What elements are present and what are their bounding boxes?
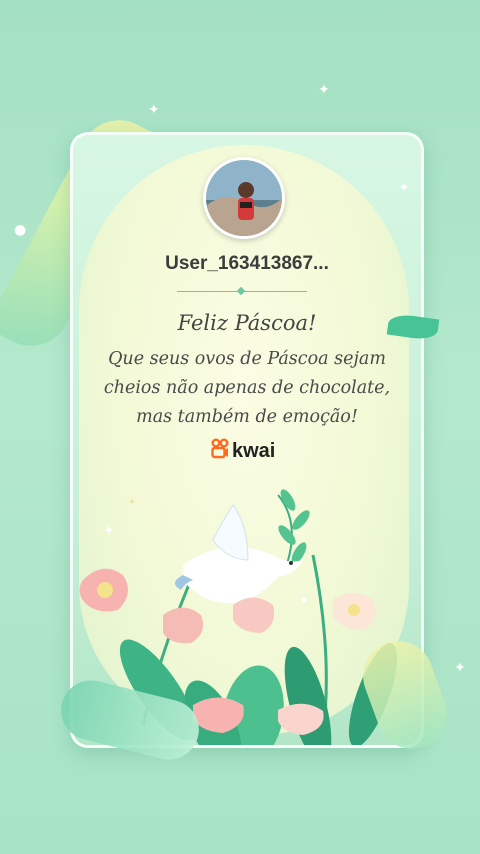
brand-label: kwai xyxy=(232,439,276,462)
sparkle-icon: ✦ xyxy=(454,660,466,676)
greeting-message: Que seus ovos de Páscoa sejam cheios não… xyxy=(93,345,401,432)
username: User_163413867... xyxy=(165,253,329,274)
kwai-logo-icon xyxy=(211,438,229,464)
greeting-line: Que seus ovos de Páscoa sejam xyxy=(108,349,386,369)
greeting-title: Feliz Páscoa! xyxy=(177,311,317,335)
brand: kwai xyxy=(211,437,275,465)
greeting-line: cheios não apenas de chocolate, xyxy=(103,378,391,398)
svg-text:✦: ✦ xyxy=(128,497,136,508)
dove-icon xyxy=(174,504,303,604)
sparkle-icon: ✦ xyxy=(398,180,410,196)
sparkle-icon: ✦ xyxy=(148,102,160,118)
svg-text:✦: ✦ xyxy=(298,593,310,609)
sparkle-icon: ● xyxy=(14,222,27,238)
greeting-line: mas também de emoção! xyxy=(136,407,358,427)
sparkle-icon: ✦ xyxy=(318,82,330,98)
avatar[interactable] xyxy=(203,157,285,239)
svg-text:✦: ✦ xyxy=(103,523,115,539)
